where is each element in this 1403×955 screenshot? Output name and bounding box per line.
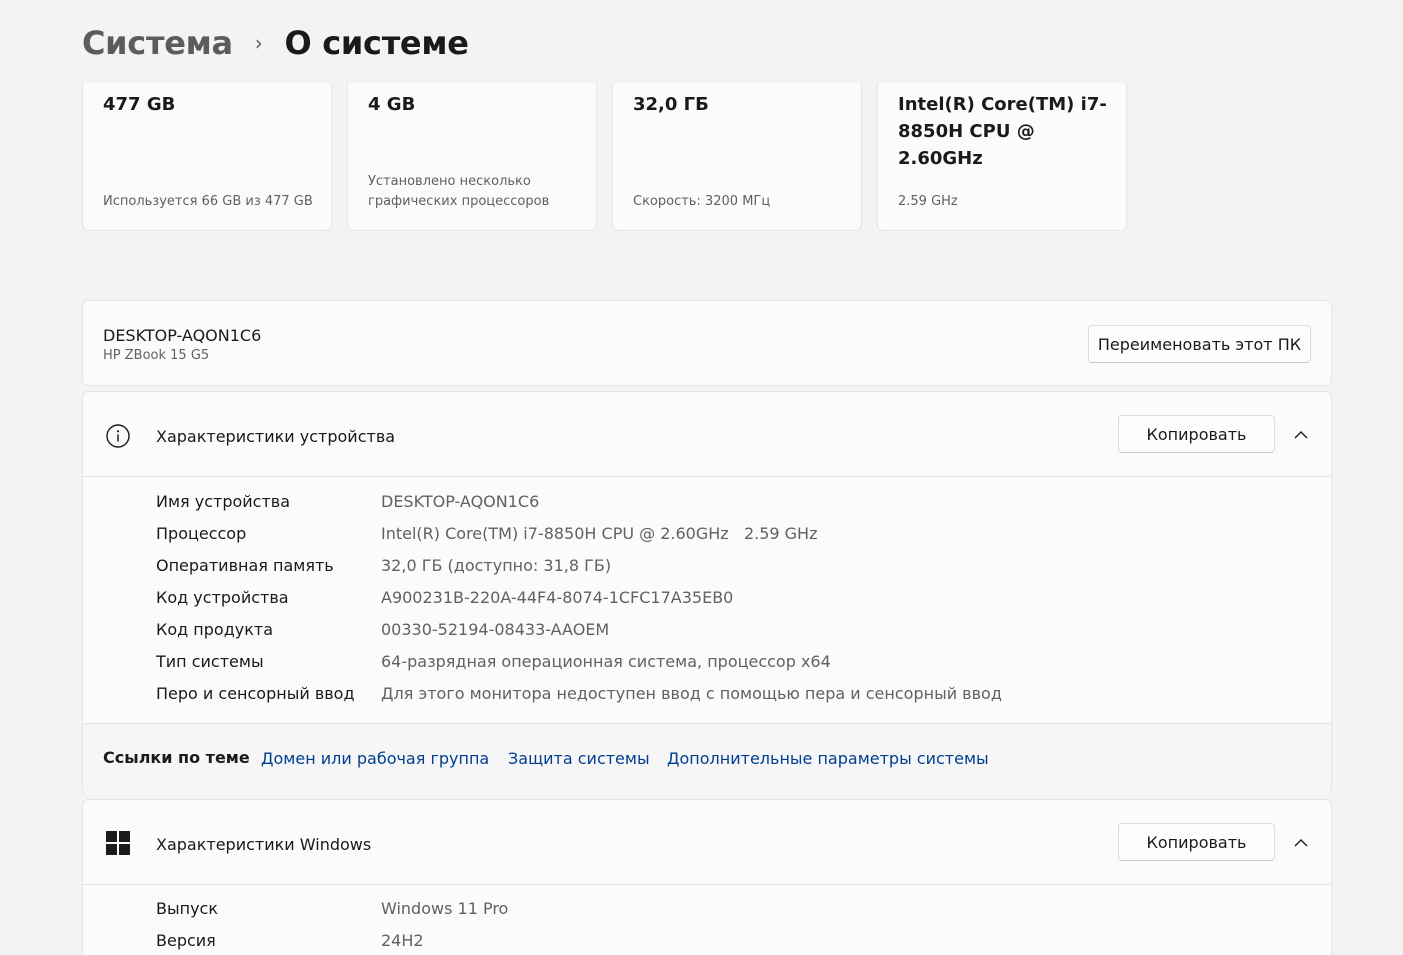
copy-device-specs-button[interactable]: Копировать (1118, 415, 1275, 453)
cpu-card[interactable]: Intel(R) Core(TM) i7-8850H CPU @ 2.60GHz… (877, 83, 1127, 231)
chevron-right-icon: › (254, 31, 263, 55)
windows-specs-panel: Характеристики Windows Копировать Выпуск… (82, 799, 1332, 955)
storage-value: 477 GB (103, 94, 176, 115)
pc-name: DESKTOP-AQON1C6 (103, 326, 262, 345)
spec-label: Версия (156, 931, 216, 950)
spec-label: Процессор (156, 524, 247, 543)
windows-specs-title: Характеристики Windows (156, 835, 372, 854)
cpu-speed: 2.59 GHz (898, 194, 958, 209)
ram-card[interactable]: 32,0 ГБ Скорость: 3200 МГц (612, 83, 862, 231)
spec-label: Перо и сенсорный ввод (156, 684, 355, 703)
spec-value: 64-разрядная операционная система, проце… (381, 652, 831, 671)
divider (83, 884, 1331, 885)
spec-label: Код устройства (156, 588, 289, 607)
spec-value: 32,0 ГБ (доступно: 31,8 ГБ) (381, 556, 612, 575)
ram-speed: Скорость: 3200 МГц (633, 194, 771, 209)
spec-value: Для этого монитора недоступен ввод с пом… (381, 684, 1002, 703)
link-domain-workgroup[interactable]: Домен или рабочая группа (261, 749, 489, 768)
storage-usage: Используется 66 GB из 477 GB (103, 194, 313, 209)
link-advanced-system-settings[interactable]: Дополнительные параметры системы (667, 749, 989, 768)
related-links-label: Ссылки по теме (103, 748, 250, 767)
chevron-up-icon[interactable] (1291, 424, 1311, 444)
divider (83, 476, 1331, 477)
chevron-up-icon[interactable] (1291, 832, 1311, 852)
pc-model: HP ZBook 15 G5 (103, 348, 210, 363)
breadcrumb-system-link[interactable]: Система (82, 24, 233, 62)
cpu-value: Intel(R) Core(TM) i7-8850H CPU @ 2.60GHz (898, 94, 1107, 169)
spec-value: 00330-52194-08433-AAOEM (381, 620, 610, 639)
breadcrumb: Система › О системе (82, 24, 469, 62)
spec-value: 24H2 (381, 931, 424, 950)
spec-label: Код продукта (156, 620, 274, 639)
ram-value: 32,0 ГБ (633, 94, 709, 115)
gpu-memory-value: 4 GB (368, 94, 416, 115)
windows-logo-icon (105, 830, 131, 856)
spec-value: Windows 11 Pro (381, 899, 509, 918)
spec-label: Выпуск (156, 899, 218, 918)
rename-pc-button[interactable]: Переименовать этот ПК (1088, 325, 1311, 363)
spec-value: A900231B-220A-44F4-8074-1CFC17A35EB0 (381, 588, 734, 607)
device-specs-panel: Характеристики устройства Копировать Имя… (82, 391, 1332, 795)
storage-card[interactable]: 477 GB Используется 66 GB из 477 GB (82, 83, 332, 231)
copy-windows-specs-button[interactable]: Копировать (1118, 823, 1275, 861)
device-specs-title: Характеристики устройства (156, 427, 396, 446)
link-system-protection[interactable]: Защита системы (508, 749, 650, 768)
gpu-card[interactable]: 4 GB Установлено несколько графических п… (347, 83, 597, 231)
spec-value: DESKTOP-AQON1C6 (381, 492, 540, 511)
spec-label: Имя устройства (156, 492, 291, 511)
about-page: Система › О системе 477 GB Используется … (0, 0, 1403, 955)
pc-name-panel: DESKTOP-AQON1C6 HP ZBook 15 G5 Переимено… (82, 300, 1332, 386)
page-title: О системе (284, 24, 469, 62)
related-links-bar: Ссылки по теме Домен или рабочая группа … (83, 723, 1331, 795)
spec-label: Тип системы (156, 652, 264, 671)
info-icon (105, 423, 131, 449)
gpu-note: Установлено несколько графических процес… (368, 174, 550, 209)
spec-label: Оперативная память (156, 556, 334, 575)
spec-value: Intel(R) Core(TM) i7-8850H CPU @ 2.60GHz… (381, 524, 818, 543)
